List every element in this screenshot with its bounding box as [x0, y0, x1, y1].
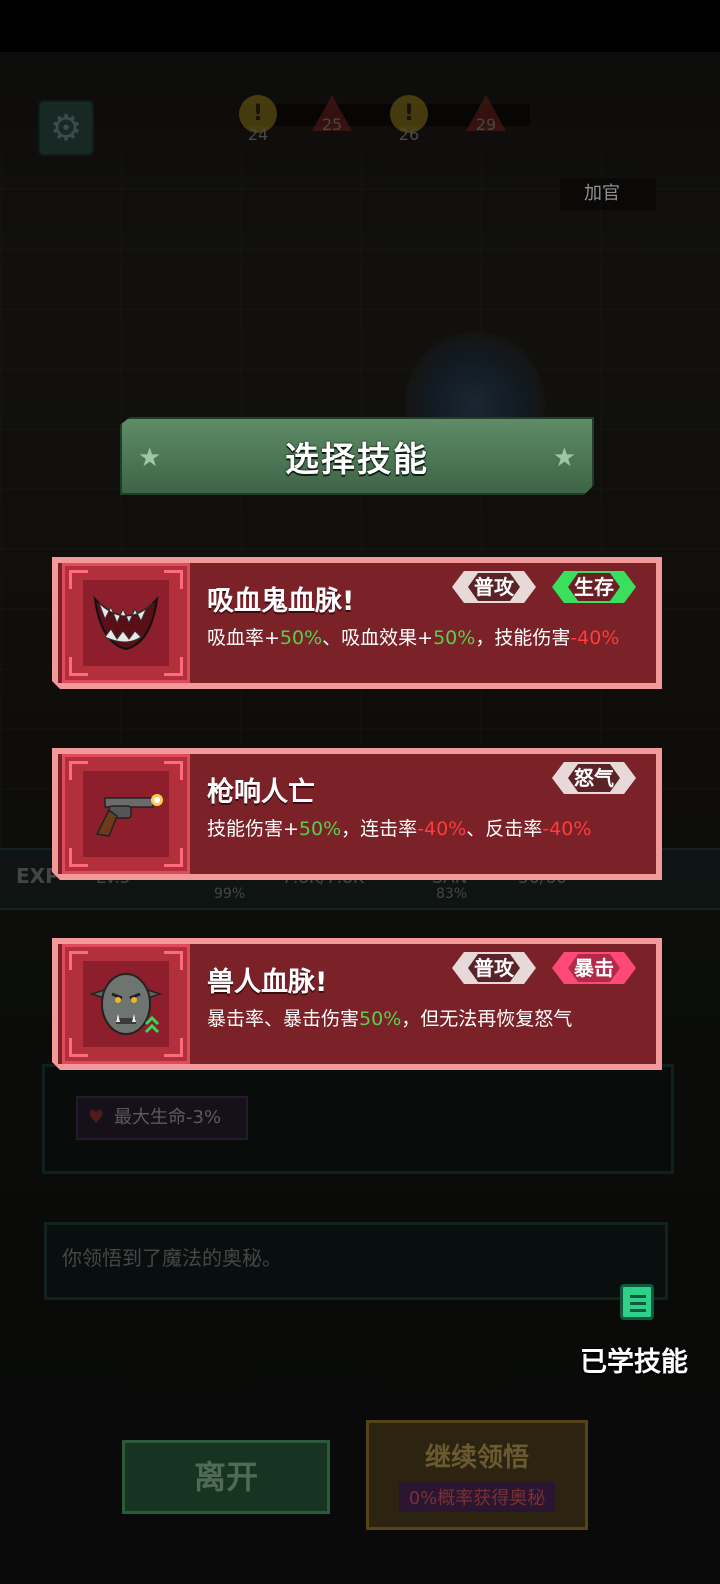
skill-card[interactable]: 兽人血脉! 普攻 暴击 暴击率、暴击伤害50%，但无法再恢复怒气 [52, 938, 662, 1070]
status-bar [0, 0, 720, 52]
skill-description: 技能伤害+50%，连击率-40%、反击率-40% [207, 818, 647, 840]
skill-desc-segment: -40% [542, 818, 592, 840]
skill-icon-frame [62, 754, 190, 874]
skill-desc-segment: ，连击率 [341, 818, 418, 840]
continue-sublabel: 0%概率获得奥秘 [398, 1482, 556, 1512]
skill-card[interactable]: 吸血鬼血脉! 普攻 生存 吸血率+50%、吸血效果+50%，技能伤害-40% [52, 557, 662, 689]
skill-desc-segment: 50% [433, 627, 476, 649]
skill-card[interactable]: 枪响人亡 怒气 技能伤害+50%，连击率-40%、反击率-40% [52, 748, 662, 880]
skill-desc-segment: 吸血率+ [207, 627, 280, 649]
skill-desc-segment: -40% [570, 627, 620, 649]
star-icon: ★ [552, 443, 576, 473]
continue-button[interactable]: 继续领悟 0%概率获得奥秘 [366, 1420, 588, 1530]
skill-tag: 普攻 [452, 952, 536, 984]
skill-tag: 怒气 [552, 762, 636, 794]
skill-tag: 暴击 [552, 952, 636, 984]
skill-desc-segment: ，但无法再恢复怒气 [401, 1008, 573, 1030]
skill-name: 枪响人亡 [207, 777, 315, 808]
dialog-title: 选择技能 [285, 439, 429, 480]
skill-desc-segment: ，技能伤害 [475, 627, 571, 649]
orc-head-icon [83, 961, 169, 1047]
skill-tag: 普攻 [452, 571, 536, 603]
skill-desc-segment: 、吸血效果+ [322, 627, 434, 649]
dialog-title-banner: ★ 选择技能 ★ [120, 417, 594, 495]
fangs-icon [83, 580, 169, 666]
skill-name: 吸血鬼血脉! [207, 586, 355, 617]
learned-skills-button[interactable]: 已学技能 [580, 1340, 688, 1379]
skill-description: 吸血率+50%、吸血效果+50%，技能伤害-40% [207, 627, 647, 649]
skill-description: 暴击率、暴击伤害50%，但无法再恢复怒气 [207, 1008, 647, 1030]
star-icon: ★ [138, 443, 162, 473]
skill-desc-segment: 50% [359, 1008, 402, 1030]
skill-tag: 生存 [552, 571, 636, 603]
skill-icon-frame [62, 563, 190, 683]
leave-button[interactable]: 离开 [122, 1440, 330, 1514]
revolver-icon [83, 771, 169, 857]
continue-label: 继续领悟 [424, 1443, 529, 1473]
skill-desc-segment: 技能伤害+ [207, 818, 299, 840]
skill-desc-segment: 50% [279, 627, 323, 649]
skill-icon-frame [62, 944, 190, 1064]
skill-desc-segment: 暴击率、暴击伤害 [207, 1008, 360, 1030]
notebook-icon[interactable] [620, 1284, 654, 1320]
skill-desc-segment: 、反击率 [466, 818, 543, 840]
skill-name: 兽人血脉! [207, 967, 328, 998]
skill-desc-segment: -40% [417, 818, 467, 840]
skill-desc-segment: 50% [298, 818, 342, 840]
